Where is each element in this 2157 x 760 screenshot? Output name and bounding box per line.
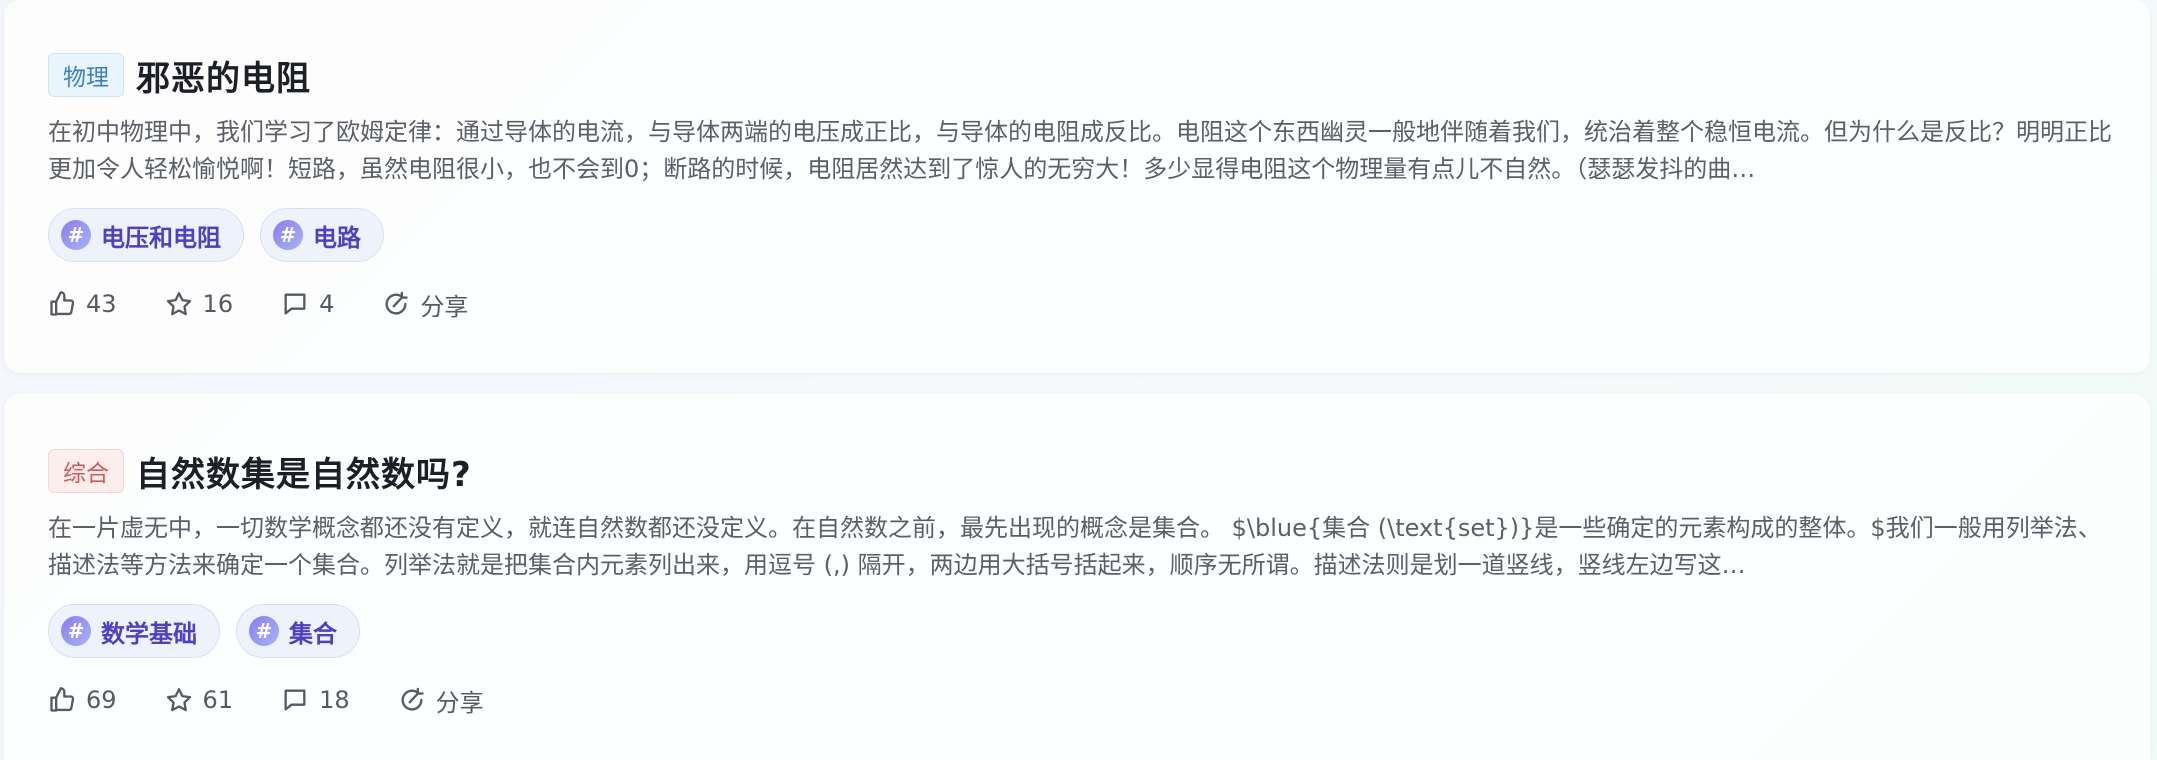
like-button[interactable]: 69 [48,686,117,714]
subject-badge[interactable]: 物理 [48,53,124,97]
post-title[interactable]: 自然数集是自然数吗? [136,447,472,496]
comment-button[interactable]: 4 [281,290,334,318]
share-button[interactable]: 分享 [382,287,468,322]
post-excerpt[interactable]: 在初中物理中，我们学习了欧姆定律：通过导体的电流，与导体两端的电压成正比，与导体… [48,114,2113,188]
share-button[interactable]: 分享 [398,683,484,718]
favorite-count: 61 [202,686,234,714]
comment-button[interactable]: 18 [281,686,350,714]
share-icon [385,291,409,315]
comment-icon [284,293,306,315]
post-header: 物理 邪恶的电阻 [48,50,2106,100]
hashtag-icon: # [61,616,91,646]
share-label: 分享 [435,688,484,717]
post-card[interactable]: 综合 自然数集是自然数吗? 在一片虚无中，一切数学概念都还没有定义，就连自然数都… [4,394,2150,760]
post-header: 综合 自然数集是自然数吗? [48,446,2106,496]
topic-tag[interactable]: # 电压和电阻 [48,208,244,262]
thumbs-up-icon [50,687,75,712]
tag-label: 电路 [313,223,361,252]
action-bar: 69 61 18 分享 [48,680,2106,720]
post-excerpt[interactable]: 在一片虚无中，一切数学概念都还没有定义，就连自然数都还没定义。在自然数之前，最先… [48,510,2113,584]
hashtag-icon: # [273,220,303,250]
topic-tag[interactable]: # 电路 [260,208,384,262]
hashtag-icon: # [249,616,279,646]
topic-tag[interactable]: # 集合 [236,604,360,658]
topic-tag[interactable]: # 数学基础 [48,604,220,658]
comment-count: 4 [319,290,335,318]
post-feed: 物理 邪恶的电阻 在初中物理中，我们学习了欧姆定律：通过导体的电流，与导体两端的… [0,0,2157,760]
thumbs-up-icon [50,291,75,316]
tag-label: 电压和电阻 [101,223,221,252]
favorite-button[interactable]: 61 [165,686,234,714]
star-icon [166,688,191,712]
hashtag-icon: # [61,220,91,250]
subject-badge[interactable]: 综合 [48,449,124,493]
star-icon [166,292,191,316]
tag-list: # 数学基础 # 集合 [48,604,2106,658]
comment-count: 18 [319,686,350,714]
share-label: 分享 [420,292,469,321]
post-title[interactable]: 邪恶的电阻 [136,51,311,100]
tag-list: # 电压和电阻 # 电路 [48,208,2106,262]
tag-label: 数学基础 [101,619,197,648]
favorite-button[interactable]: 16 [165,290,234,318]
post-card[interactable]: 物理 邪恶的电阻 在初中物理中，我们学习了欧姆定律：通过导体的电流，与导体两端的… [4,0,2150,373]
favorite-count: 16 [202,290,234,318]
like-button[interactable]: 43 [48,290,117,318]
like-count: 69 [86,686,117,714]
action-bar: 43 16 4 分享 [48,284,2106,324]
like-count: 43 [86,290,117,318]
comment-icon [284,689,306,711]
share-icon [401,687,424,711]
tag-label: 集合 [289,619,337,648]
